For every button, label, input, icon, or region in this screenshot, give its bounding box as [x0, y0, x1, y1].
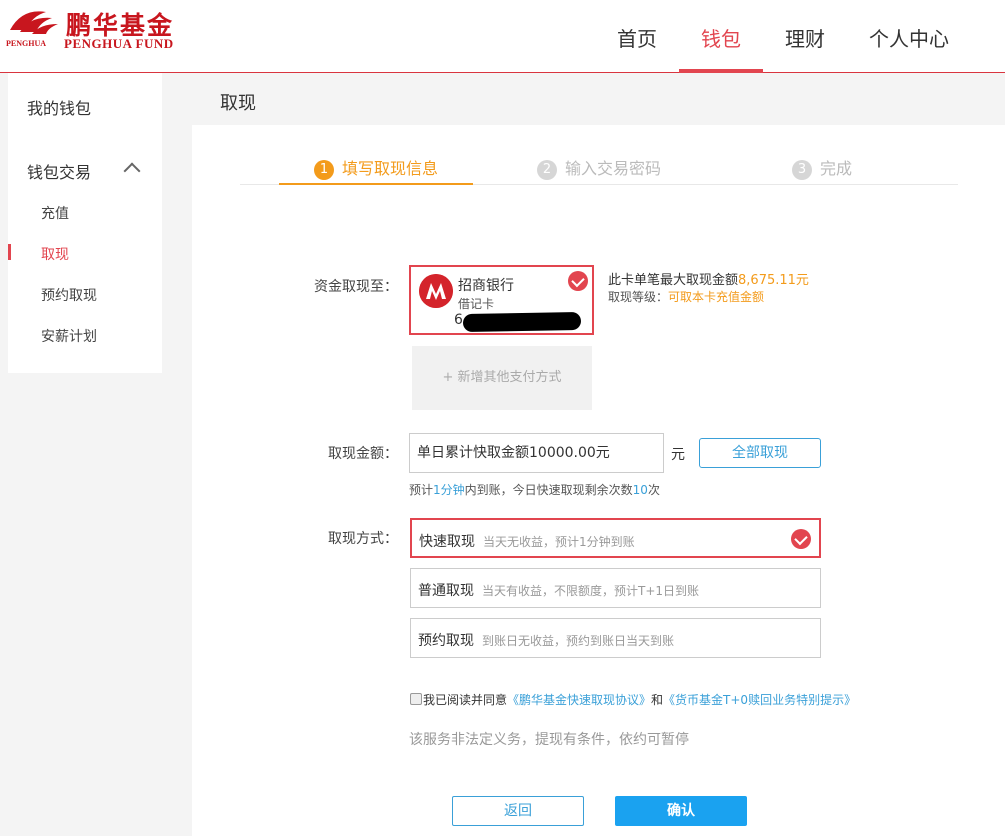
- selected-check-icon: [568, 271, 588, 291]
- fast-withdraw-agreement-link[interactable]: 《鹏华基金快速取现协议》: [507, 693, 651, 707]
- step-label: 完成: [820, 159, 853, 178]
- sidebar-item-withdraw[interactable]: 取现: [41, 244, 69, 264]
- sidebar-item-salary-plan[interactable]: 安薪计划: [41, 326, 97, 346]
- step-complete: 3 完成: [792, 155, 852, 180]
- agreement-checkbox[interactable]: [410, 693, 422, 705]
- withdraw-all-button[interactable]: 全部取现: [699, 438, 821, 468]
- active-step-underline: [279, 183, 473, 185]
- service-notice: 该服务非法定义务，提现有条件，依约可暂停: [409, 732, 689, 748]
- nav-finance[interactable]: 理财: [763, 0, 847, 72]
- sidebar-item-recharge[interactable]: 充值: [41, 203, 69, 223]
- max-amount-text: 此卡单笔最大取现金额: [608, 273, 739, 288]
- step-enter-password: 2 输入交易密码: [537, 155, 661, 180]
- selected-check-icon: [791, 529, 811, 549]
- hint-time: 1分钟: [433, 483, 465, 497]
- main-nav: 首页 钱包 理财 个人中心: [595, 0, 971, 73]
- back-button[interactable]: 返回: [452, 796, 584, 826]
- confirm-button[interactable]: 确认: [615, 796, 747, 826]
- hint-post: 次: [647, 483, 660, 497]
- add-payment-method-button[interactable]: + 新增其他支付方式: [412, 346, 592, 410]
- top-header: 鹏华基金 PENGHUA PENGHUA FUND 首页 钱包 理财 个人中心: [0, 0, 1005, 73]
- step-label: 输入交易密码: [565, 159, 662, 178]
- brand-name-en-small: PENGHUA: [6, 39, 46, 48]
- level-value: 可取本卡充值金额: [668, 290, 765, 304]
- method-desc: 当天无收益，预计1分钟到账: [483, 535, 635, 549]
- amount-unit: 元: [671, 447, 685, 463]
- method-desc: 当天有收益，不限额度，预计T+1日到账: [482, 584, 700, 598]
- method-name: 预约取现: [418, 633, 474, 649]
- agreement-text: 我已阅读并同意《鹏华基金快速取现协议》和《货币基金T+0赎回业务特别提示》: [423, 691, 856, 708]
- hint-mid: 内到账，今日快速取现剩余次数: [464, 483, 633, 497]
- cmb-bank-icon: [419, 274, 453, 308]
- method-label: 取现方式：: [328, 531, 398, 547]
- method-name: 普通取现: [418, 583, 474, 599]
- card-max-amount: 此卡单笔最大取现金额8,675.11元: [608, 269, 809, 288]
- page-header: 取现: [192, 73, 1005, 125]
- method-fast-withdraw[interactable]: 快速取现 当天无收益，预计1分钟到账: [410, 518, 821, 558]
- amount-hint: 预计1分钟内到账，今日快速取现剩余次数10次: [409, 481, 660, 498]
- amount-label: 取现金额：: [328, 446, 398, 462]
- t0-notice-link[interactable]: 《货币基金T+0赎回业务特别提示》: [663, 693, 856, 707]
- step-number: 3: [792, 160, 812, 180]
- nav-home[interactable]: 首页: [595, 0, 679, 72]
- withdraw-to-label: 资金取现至：: [314, 279, 398, 295]
- main-content: 1 填写取现信息 2 输入交易密码 3 完成 资金取现至： 招商银行 借记卡 6 此卡…: [192, 125, 1005, 836]
- card-number: 6: [454, 312, 463, 328]
- step-fill-info: 1 填写取现信息: [314, 155, 438, 180]
- bank-name: 招商银行: [458, 278, 514, 294]
- method-name: 快速取现: [419, 534, 475, 550]
- level-text: 取现等级：: [608, 290, 669, 304]
- amount-input[interactable]: 单日累计快取金额10000.00元: [409, 433, 664, 473]
- max-amount-value: 8,675.11元: [738, 273, 809, 288]
- page-title: 取现: [220, 93, 256, 114]
- brand-logo[interactable]: 鹏华基金 PENGHUA PENGHUA FUND: [6, 4, 196, 51]
- card-withdraw-level: 取现等级：可取本卡充值金额: [608, 288, 764, 305]
- active-marker: [8, 244, 11, 260]
- hint-pre: 预计: [409, 483, 434, 497]
- sidebar-item-scheduled-withdraw[interactable]: 预约取现: [41, 285, 97, 305]
- brand-name-en: PENGHUA FUND: [64, 36, 174, 51]
- sidebar-item-my-wallet[interactable]: 我的钱包: [27, 95, 91, 119]
- step-number: 1: [314, 160, 334, 180]
- card-type: 借记卡: [458, 297, 495, 311]
- agree-and: 和: [651, 693, 664, 707]
- nav-personal-center[interactable]: 个人中心: [847, 0, 971, 72]
- method-desc: 到账日无收益，预约到账日当天到账: [482, 634, 675, 648]
- redaction-mark: [462, 311, 582, 333]
- method-scheduled-withdraw[interactable]: 预约取现 到账日无收益，预约到账日当天到账: [410, 618, 821, 658]
- sidebar: 我的钱包 钱包交易 充值 取现 预约取现 安薪计划: [8, 73, 162, 373]
- nav-wallet[interactable]: 钱包: [679, 0, 763, 73]
- agree-prefix: 我已阅读并同意: [423, 693, 508, 707]
- method-normal-withdraw[interactable]: 普通取现 当天有收益，不限额度，预计T+1日到账: [410, 568, 821, 608]
- hint-count: 10: [632, 483, 648, 497]
- step-label: 填写取现信息: [342, 159, 439, 178]
- step-number: 2: [537, 160, 557, 180]
- bank-card-option[interactable]: 招商银行 借记卡 6: [409, 265, 594, 335]
- penghua-logo-icon: [10, 11, 58, 34]
